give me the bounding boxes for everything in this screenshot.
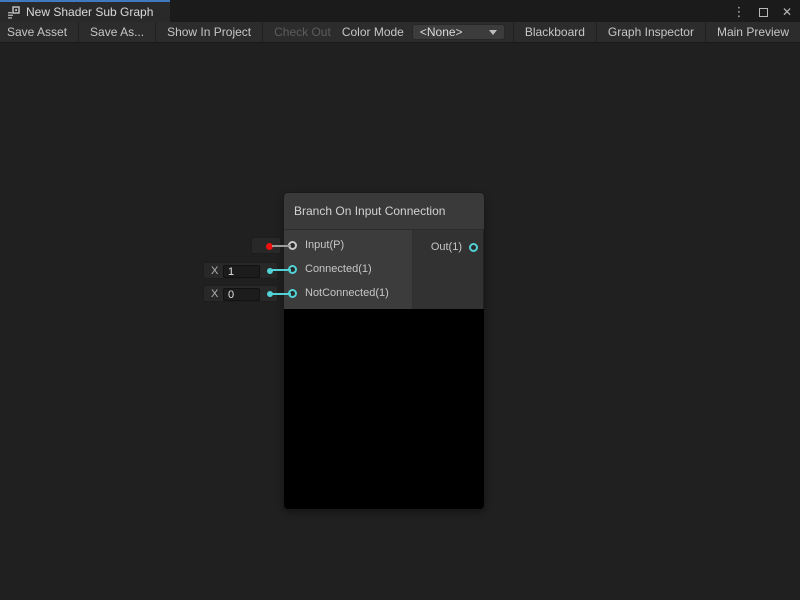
node-branch-on-input-connection[interactable]: Branch On Input Connection Input(P) Conn… [284, 193, 484, 509]
blackboard-toggle-button[interactable]: Blackboard [513, 22, 596, 42]
port-label-out: Out(1) [431, 241, 462, 253]
show-in-project-button[interactable]: Show In Project [156, 22, 263, 42]
shader-sub-graph-icon [7, 6, 20, 19]
save-as-button[interactable]: Save As... [79, 22, 156, 42]
graph-canvas[interactable]: Branch On Input Connection Input(P) Conn… [0, 43, 800, 600]
port-row-out: Out(1) [413, 235, 483, 259]
port-label-connected: Connected(1) [305, 263, 372, 275]
node-preview-area [284, 309, 484, 509]
output-port-out[interactable] [469, 243, 478, 252]
shader-graph-toolbar: Save Asset Save As... Show In Project Ch… [0, 22, 800, 43]
toolbar-right-group: Blackboard Graph Inspector Main Preview [513, 22, 800, 42]
check-out-button: Check Out [263, 22, 342, 42]
main-preview-toggle-button[interactable]: Main Preview [705, 22, 800, 42]
connected-connector-edge [272, 269, 291, 271]
notconnected-connector-edge [272, 293, 291, 295]
port-row-input: Input(P) [284, 233, 412, 257]
port-row-connected: Connected(1) [284, 257, 412, 281]
tab-bar: New Shader Sub Graph ⋮ ✕ [0, 0, 800, 22]
node-title-bar[interactable]: Branch On Input Connection [284, 193, 484, 230]
close-icon[interactable]: ✕ [780, 4, 794, 20]
color-mode-selected-value: <None> [420, 25, 463, 39]
port-label-notconnected: NotConnected(1) [305, 287, 389, 299]
node-input-ports: Input(P) Connected(1) NotConnected(1) [284, 230, 413, 309]
connected-default-slot: X 1 [203, 262, 278, 279]
node-body: Input(P) Connected(1) NotConnected(1) Ou… [284, 230, 484, 309]
input-p-connector-edge [272, 245, 291, 247]
tab-new-shader-sub-graph[interactable]: New Shader Sub Graph [0, 2, 170, 22]
color-mode-label: Color Mode [342, 22, 412, 42]
port-row-notconnected: NotConnected(1) [284, 281, 412, 305]
graph-inspector-toggle-button[interactable]: Graph Inspector [596, 22, 705, 42]
node-title: Branch On Input Connection [294, 204, 445, 218]
tab-title: New Shader Sub Graph [26, 5, 153, 19]
x-component-label: X [211, 288, 218, 300]
window-menu-icon[interactable]: ⋮ [732, 4, 746, 20]
connected-value-field[interactable]: 1 [223, 265, 260, 278]
node-output-ports: Out(1) [413, 230, 483, 309]
window-controls: ⋮ ✕ [732, 2, 794, 22]
x-component-label: X [211, 265, 218, 277]
maximize-icon[interactable] [756, 4, 770, 20]
port-label-input: Input(P) [305, 239, 344, 251]
notconnected-default-slot: X 0 [203, 285, 278, 302]
save-asset-button[interactable]: Save Asset [0, 22, 79, 42]
dropdown-caret-icon [489, 30, 497, 35]
color-mode-dropdown[interactable]: <None> [412, 24, 505, 40]
notconnected-value-field[interactable]: 0 [223, 288, 260, 301]
